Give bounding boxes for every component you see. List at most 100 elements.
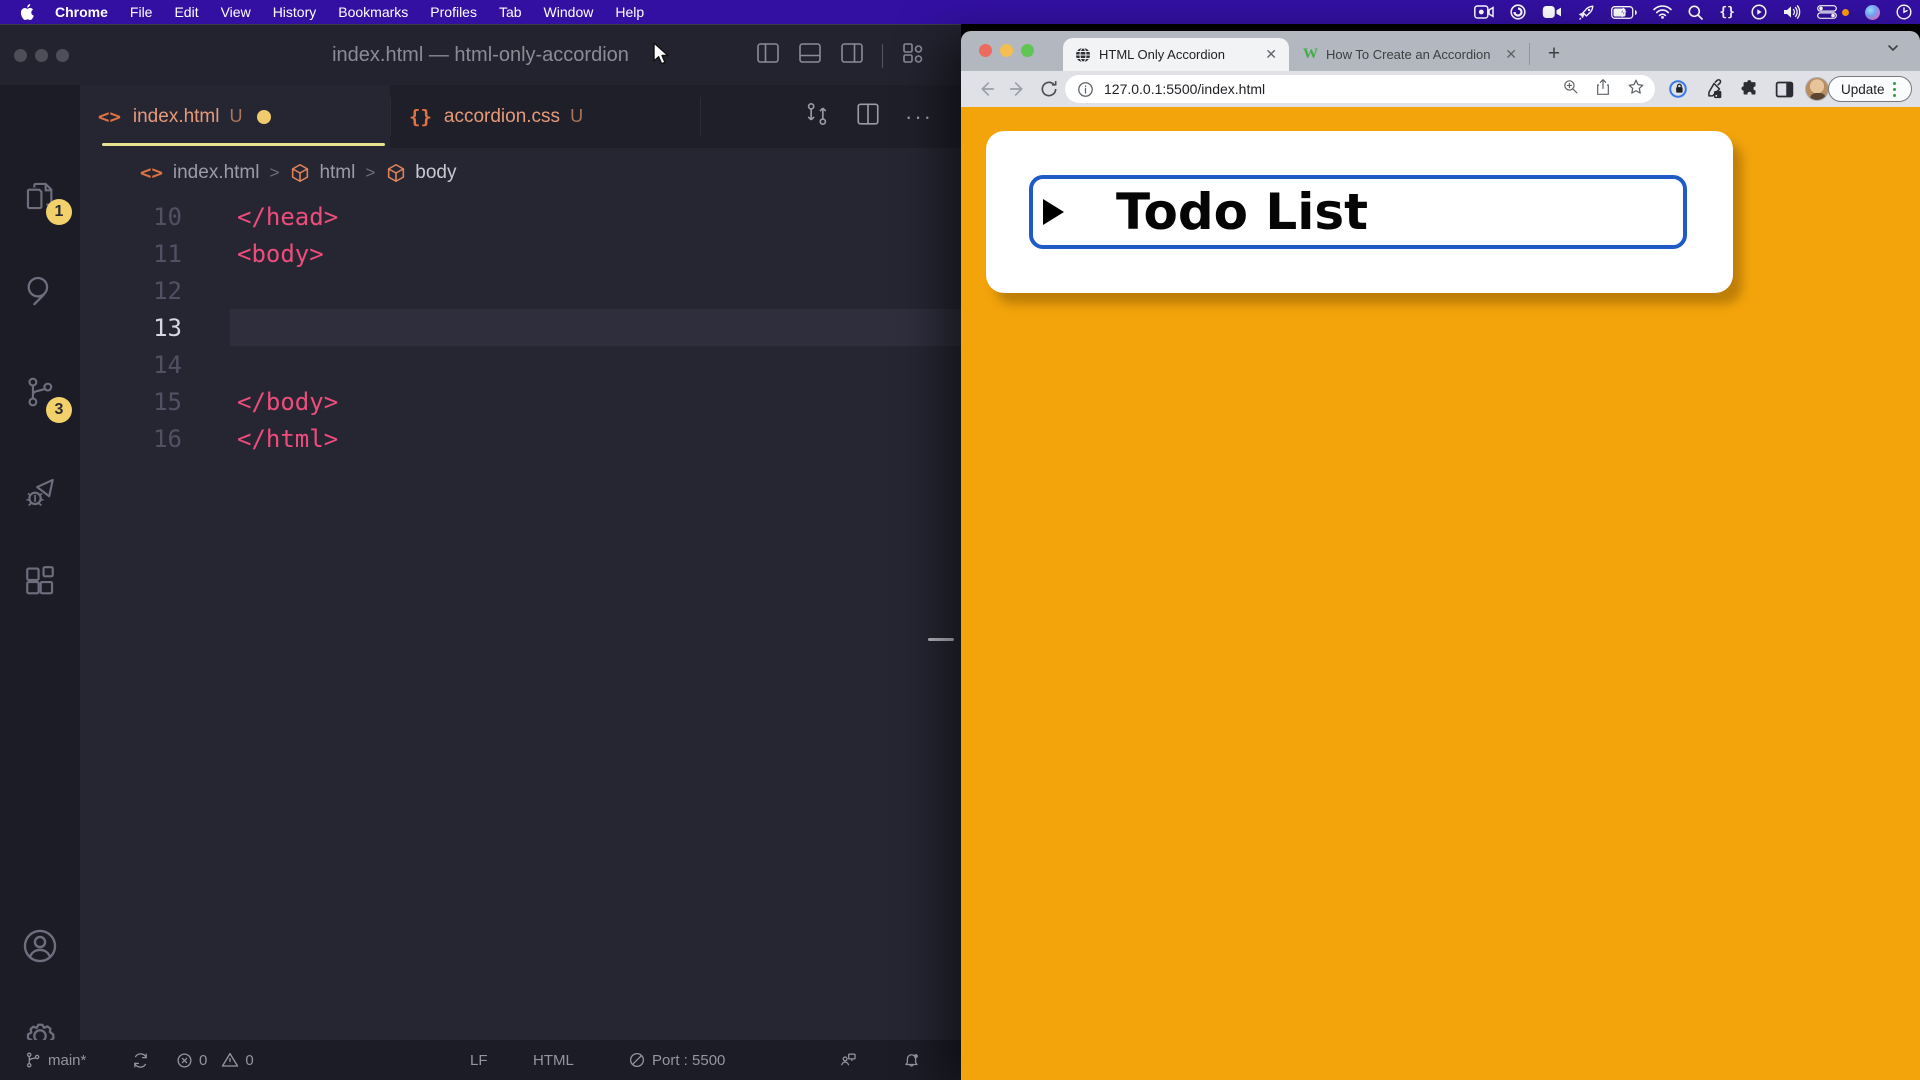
bookmark-star-icon[interactable]	[1627, 78, 1645, 101]
source-control-badge: 3	[46, 397, 72, 423]
toggle-panel-icon[interactable]	[798, 41, 822, 70]
address-bar[interactable]: 127.0.0.1:5500/index.html	[1065, 75, 1655, 103]
sidebar-item-search[interactable]	[0, 255, 80, 325]
git-status-flag: U	[230, 106, 243, 127]
play-circle-icon[interactable]	[1751, 4, 1767, 20]
breadcrumb-html[interactable]: html	[319, 162, 355, 184]
zoom-window-button[interactable]	[1021, 44, 1034, 57]
menu-item-edit[interactable]: Edit	[163, 4, 209, 20]
git-branch-status[interactable]: main*	[24, 1040, 86, 1080]
accordion-title: Todo List	[1116, 183, 1368, 241]
vscode-title-bar[interactable]: index.html — html-only-accordion	[0, 24, 961, 85]
code-line: 16</html>	[80, 420, 961, 457]
apple-menu-icon[interactable]	[20, 4, 34, 20]
rocket-icon[interactable]	[1578, 4, 1595, 21]
minimize-window-button[interactable]	[1000, 44, 1013, 57]
menu-item-profiles[interactable]: Profiles	[419, 4, 488, 20]
record-icon[interactable]	[1510, 4, 1526, 20]
screen-record-camera-icon[interactable]	[1474, 5, 1494, 19]
spotlight-search-icon[interactable]	[1688, 5, 1703, 20]
extension-icon-eyedropper[interactable]	[1703, 71, 1725, 107]
language-mode[interactable]: HTML	[533, 1040, 574, 1080]
sidebar-item-explorer[interactable]: 1	[0, 161, 80, 231]
menu-item-help[interactable]: Help	[604, 4, 655, 20]
update-chrome-button[interactable]: Update	[1828, 76, 1912, 102]
breadcrumb-body[interactable]: body	[415, 162, 456, 184]
accordion-card: Todo List	[986, 131, 1733, 293]
macos-menu-bar: Chrome File Edit View History Bookmarks …	[0, 0, 1920, 24]
breadcrumb: <> index.html > html > body	[80, 148, 961, 198]
editor-sash-handle[interactable]	[928, 638, 954, 641]
tab-index-html[interactable]: <> index.html U	[80, 85, 390, 148]
menu-item-history[interactable]: History	[262, 4, 328, 20]
zoom-icon[interactable]	[1562, 78, 1579, 100]
side-panel-icon[interactable]	[1774, 71, 1795, 107]
tab-how-to-create-accordion[interactable]: W How To Create an Accordion ✕	[1291, 38, 1529, 71]
share-icon[interactable]	[1595, 78, 1611, 101]
details-marker-icon[interactable]	[1043, 199, 1064, 225]
close-tab-icon[interactable]: ✕	[1265, 46, 1277, 63]
tab-html-only-accordion[interactable]: HTML Only Accordion ✕	[1063, 38, 1289, 71]
symbol-cube-icon	[289, 162, 311, 184]
back-button[interactable]	[975, 71, 997, 107]
breadcrumb-file[interactable]: index.html	[173, 162, 260, 184]
volume-icon[interactable]	[1783, 5, 1801, 19]
more-actions-icon[interactable]: ···	[905, 104, 933, 130]
code-editor[interactable]: 10</head> 11<body> 12 13 14 15</body> 16…	[80, 198, 961, 1040]
notifications-bell-icon[interactable]	[902, 1040, 921, 1080]
eol-indicator[interactable]: LF	[470, 1040, 488, 1080]
reload-button[interactable]	[1039, 71, 1059, 107]
extension-icon-privacy[interactable]	[1667, 71, 1689, 107]
active-tab-underline	[102, 143, 385, 146]
chrome-window: HTML Only Accordion ✕ W How To Create an…	[961, 31, 1920, 1080]
tab-title: HTML Only Accordion	[1099, 47, 1253, 62]
sidebar-item-source-control[interactable]: 3	[0, 357, 80, 427]
braces-app-icon[interactable]: {}	[1719, 5, 1735, 20]
tab-search-chevron-icon[interactable]	[1886, 41, 1900, 60]
menu-item-window[interactable]: Window	[533, 4, 605, 20]
battery-icon[interactable]	[1611, 6, 1637, 19]
site-info-icon[interactable]	[1077, 81, 1094, 98]
live-server-port[interactable]: Port : 5500	[628, 1040, 725, 1080]
webpage-viewport: Todo List	[961, 107, 1920, 1080]
extensions-puzzle-icon[interactable]	[1739, 71, 1761, 107]
split-editor-icon[interactable]	[855, 101, 881, 132]
menu-item-view[interactable]: View	[210, 4, 262, 20]
problems-status[interactable]: 0 0	[176, 1040, 254, 1080]
live-share-icon[interactable]	[838, 1040, 857, 1080]
sidebar-item-extensions[interactable]	[0, 547, 80, 617]
breadcrumb-separator: >	[270, 163, 280, 183]
menu-item-tab[interactable]: Tab	[488, 4, 533, 20]
video-camera-icon[interactable]	[1542, 5, 1562, 19]
toggle-secondary-sidebar-icon[interactable]	[840, 41, 864, 70]
close-window-button[interactable]	[979, 44, 992, 57]
unsaved-dot-icon[interactable]	[257, 110, 271, 124]
tab-accordion-css[interactable]: {} accordion.css U	[391, 85, 700, 148]
url-text[interactable]: 127.0.0.1:5500/index.html	[1104, 81, 1265, 97]
account-icon[interactable]	[0, 911, 80, 981]
menu-item-file[interactable]: File	[119, 4, 164, 20]
sync-changes-button[interactable]	[132, 1040, 149, 1080]
vscode-status-bar: main* 0 0 LF HTML Port : 5500	[0, 1040, 961, 1080]
open-changes-icon[interactable]	[803, 100, 831, 133]
siri-icon[interactable]	[1865, 5, 1880, 20]
html-file-icon: <>	[140, 162, 163, 184]
wifi-icon[interactable]	[1653, 5, 1672, 19]
tab-separator	[700, 97, 701, 136]
menu-item-bookmarks[interactable]: Bookmarks	[327, 4, 419, 20]
sidebar-item-run-debug[interactable]	[0, 457, 80, 527]
menu-item-chrome[interactable]: Chrome	[44, 4, 119, 20]
toggle-sidebar-icon[interactable]	[756, 41, 780, 70]
error-icon	[176, 1052, 193, 1069]
control-center-icon[interactable]	[1817, 5, 1837, 19]
browser-menu-icon[interactable]	[1893, 82, 1896, 97]
chrome-tab-strip: HTML Only Accordion ✕ W How To Create an…	[961, 31, 1920, 71]
close-tab-icon[interactable]: ✕	[1505, 46, 1517, 63]
forward-button[interactable]	[1007, 71, 1029, 107]
clock-icon[interactable]	[1896, 4, 1912, 20]
git-status-flag: U	[570, 106, 583, 127]
profile-avatar[interactable]	[1805, 71, 1829, 107]
customize-layout-icon[interactable]	[901, 41, 925, 70]
new-tab-button[interactable]: +	[1539, 39, 1569, 69]
accordion-summary[interactable]: Todo List	[1029, 175, 1687, 249]
